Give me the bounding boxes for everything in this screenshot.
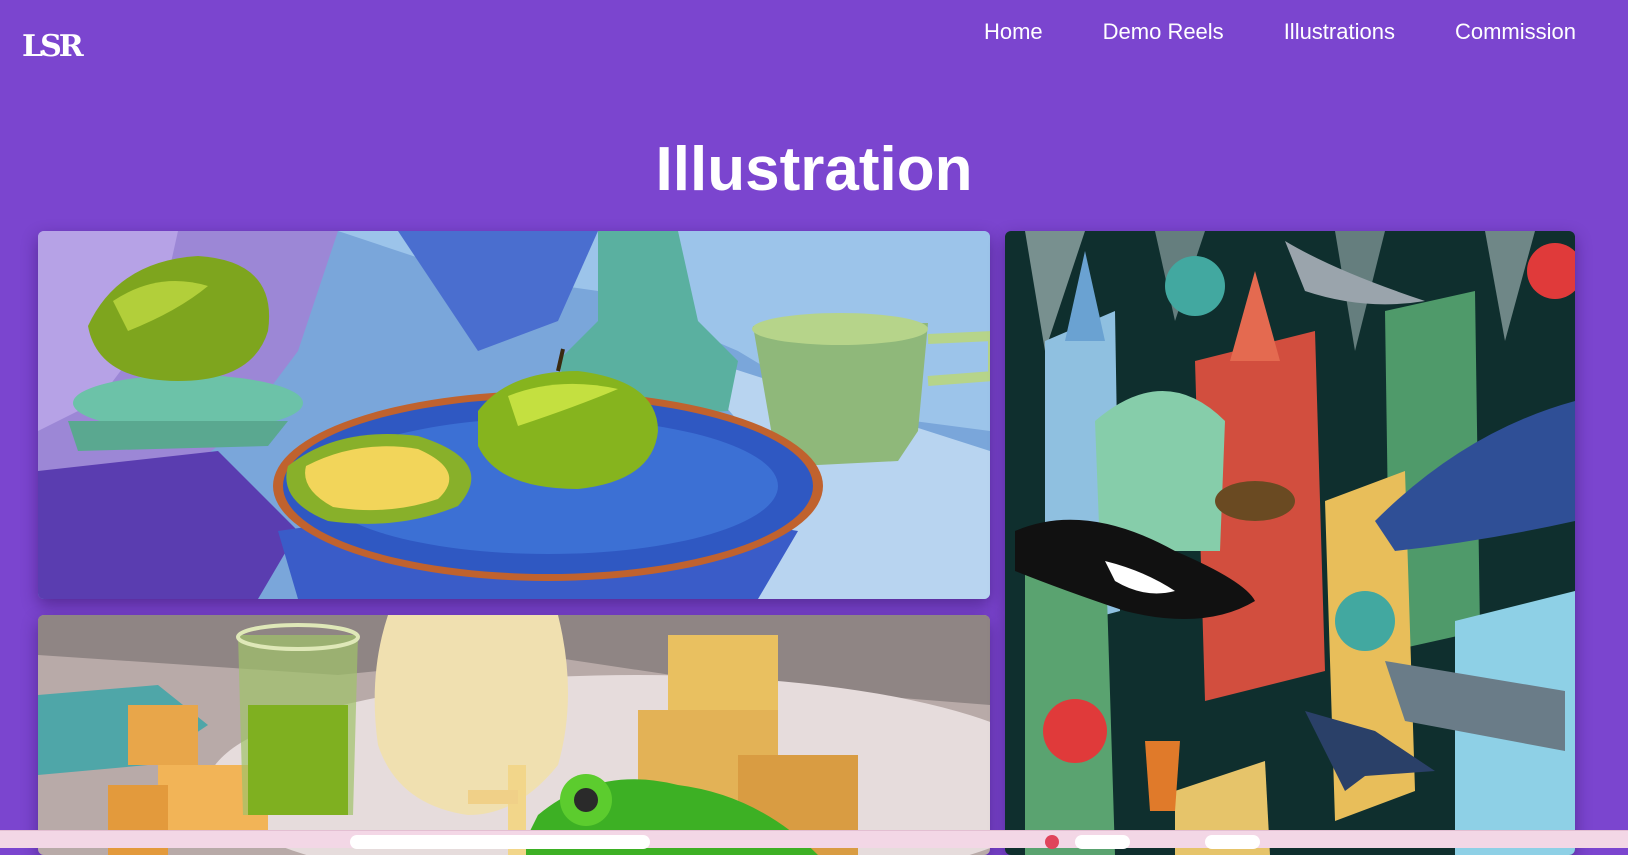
nav-link-illustrations[interactable]: Illustrations (1284, 18, 1395, 46)
taskbar-strip (0, 830, 1628, 849)
taskbar-app-tab[interactable] (1205, 835, 1260, 849)
gallery-item-underwater-city[interactable] (1005, 231, 1575, 855)
underwater-city-illustration (1005, 231, 1575, 855)
nav-link-demo-reels[interactable]: Demo Reels (1103, 18, 1224, 46)
main-navigation: Home Demo Reels Illustrations Commission (984, 18, 1576, 46)
still-life-apples-painting (38, 231, 990, 599)
logo-text: LSR (22, 30, 85, 60)
taskbar-app-icon[interactable] (1045, 835, 1059, 849)
nav-link-home[interactable]: Home (984, 18, 1043, 46)
taskbar-app-tab[interactable] (1075, 835, 1130, 849)
still-life-blocks-frog-painting (38, 615, 990, 855)
taskbar-search-pill[interactable] (350, 835, 650, 849)
gallery-item-still-life-apples[interactable] (38, 231, 990, 599)
nav-link-commission[interactable]: Commission (1455, 18, 1576, 46)
site-logo[interactable]: LSR (22, 29, 104, 64)
page-title: Illustration (655, 135, 973, 204)
gallery-item-still-life-blocks[interactable] (38, 615, 990, 855)
